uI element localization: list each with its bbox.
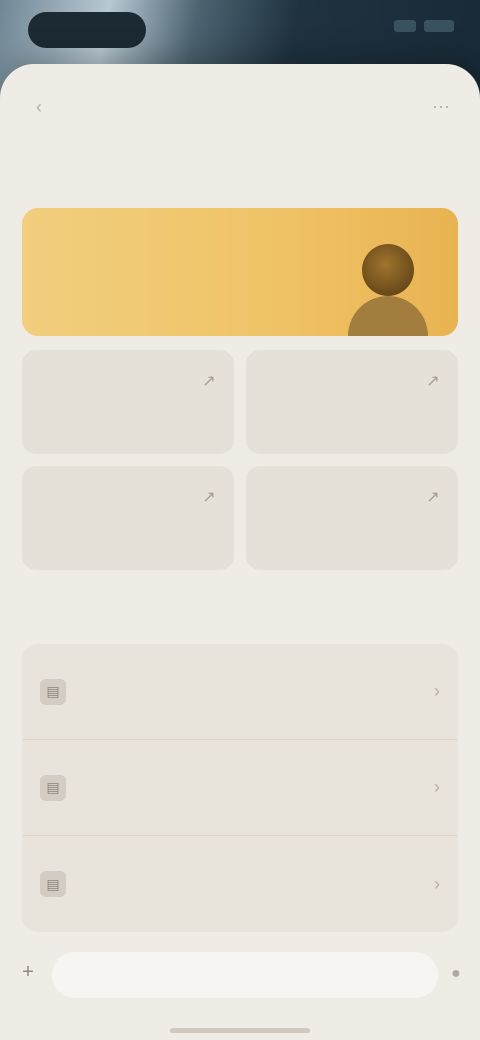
chevron-left-icon[interactable]: ‹ bbox=[24, 92, 54, 122]
shortcut-tile[interactable]: ↗ bbox=[246, 350, 458, 454]
battery-icon bbox=[424, 20, 454, 32]
status-bar-icons bbox=[394, 20, 454, 32]
status-bar-notch bbox=[28, 12, 146, 48]
home-indicator[interactable] bbox=[170, 1028, 310, 1033]
item-list: ▤ › ▤ › ▤ › bbox=[22, 644, 458, 932]
doc-icon: ▤ bbox=[40, 871, 66, 897]
signal-icon bbox=[394, 20, 416, 32]
arrow-icon: ↗ bbox=[426, 373, 440, 390]
arrow-icon: ↗ bbox=[202, 489, 216, 506]
list-item[interactable]: ▤ › bbox=[22, 644, 458, 740]
chevron-right-icon: › bbox=[434, 681, 440, 701]
bottom-sheet: ‹ ⋯ ↗ ↗ ↗ ↗ ▤ › ▤ › ▤ › bbox=[0, 64, 480, 1040]
doc-icon: ▤ bbox=[40, 774, 66, 801]
arrow-icon: ↗ bbox=[202, 373, 216, 390]
list-item[interactable]: ▤ › bbox=[22, 740, 458, 836]
mic-icon[interactable]: ● bbox=[444, 962, 468, 986]
composer-bar: + ● bbox=[0, 932, 480, 1040]
shortcut-tile[interactable]: ↗ bbox=[22, 350, 234, 454]
list-item[interactable]: ▤ › bbox=[22, 836, 458, 932]
shortcut-tile[interactable]: ↗ bbox=[22, 466, 234, 570]
plus-icon[interactable]: + bbox=[16, 960, 40, 984]
avatar-shadow bbox=[348, 296, 428, 336]
featured-banner[interactable] bbox=[22, 208, 458, 336]
chevron-right-icon: › bbox=[434, 777, 440, 797]
sheet-header: ‹ ⋯ bbox=[24, 92, 456, 122]
message-input[interactable] bbox=[52, 952, 438, 998]
ellipsis-icon[interactable]: ⋯ bbox=[426, 92, 456, 122]
app-screen: ‹ ⋯ ↗ ↗ ↗ ↗ ▤ › ▤ › ▤ › + ● bbox=[0, 0, 480, 1040]
avatar-icon bbox=[362, 244, 414, 296]
arrow-icon: ↗ bbox=[426, 489, 440, 506]
shortcut-tile[interactable]: ↗ bbox=[246, 466, 458, 570]
shortcut-grid: ↗ ↗ ↗ ↗ bbox=[22, 350, 458, 570]
chevron-right-icon: › bbox=[434, 873, 440, 894]
doc-icon: ▤ bbox=[40, 678, 66, 705]
